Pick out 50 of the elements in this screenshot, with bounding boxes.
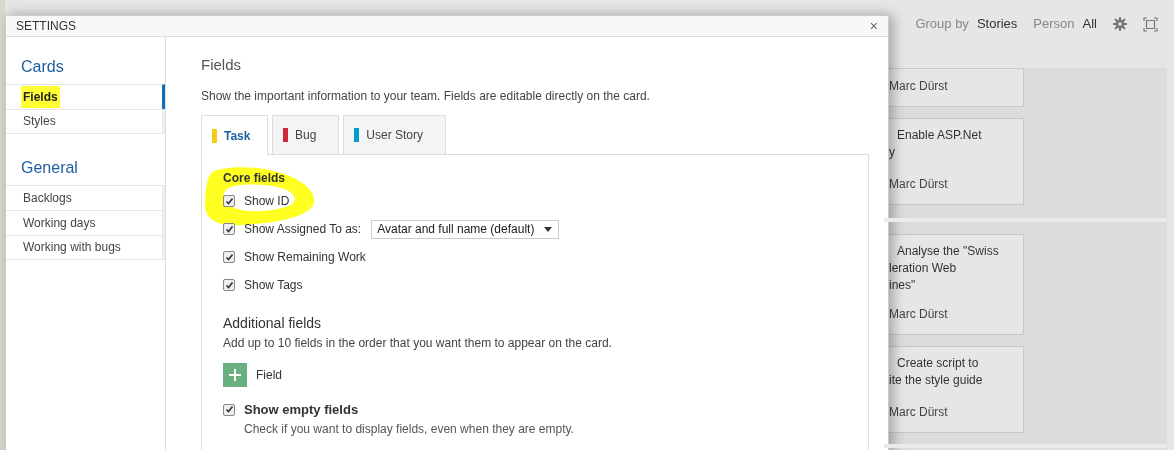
nav-item[interactable]: Working with bugs (6, 234, 165, 260)
checkbox-label[interactable]: Show Remaining Work (244, 248, 366, 266)
person-label: Person (1033, 15, 1075, 34)
checkbox[interactable] (223, 195, 235, 207)
card-title-line: Enable ASP.Net (896, 127, 983, 143)
dropdown[interactable]: Avatar and full name (default) (371, 219, 560, 239)
fullscreen-icon[interactable] (1143, 16, 1158, 32)
checkbox[interactable] (223, 223, 235, 235)
add-button[interactable] (223, 363, 247, 387)
nav-item[interactable]: Backlogs (6, 184, 165, 210)
checkbox-label[interactable]: Show ID (244, 192, 290, 210)
plus-icon (229, 369, 241, 381)
card-title-line: leration Web (889, 260, 958, 276)
person-value[interactable]: All (1082, 14, 1097, 34)
tab[interactable]: User Story (343, 115, 447, 155)
section-heading: Additional fields (223, 314, 322, 333)
checkbox-label[interactable]: Show Tags (244, 276, 303, 294)
nav-heading: General (20, 157, 79, 178)
group-by-value[interactable]: Stories (976, 14, 1018, 34)
checkbox-label[interactable]: Show empty fields (244, 400, 359, 420)
checkbox[interactable] (223, 403, 235, 416)
card-assignee: Marc Dürst (889, 78, 948, 95)
nav-item[interactable]: Styles (6, 108, 165, 134)
card-title-line: Create script to (896, 355, 980, 371)
tab[interactable]: Bug (272, 115, 340, 155)
close-button[interactable]: × (869, 18, 878, 33)
card-assignee: Marc Dürst (889, 176, 948, 193)
dialog-title: SETTINGS (16, 17, 76, 35)
nav-heading: Cards (20, 56, 65, 77)
page-description: Show the important information to your team. Fields are editable directly on the card. (201, 88, 650, 105)
card-title-line: Analyse the "Swiss (896, 243, 1000, 259)
page-title: Fields (201, 54, 241, 75)
nav-item[interactable]: Working days (6, 209, 165, 235)
settings-icon[interactable] (1113, 17, 1127, 31)
card-title-line: ite the style guide (889, 372, 984, 388)
group-by-label: Group by (915, 15, 969, 34)
nav-item[interactable]: Fields (6, 83, 165, 109)
caret-icon (544, 226, 553, 232)
checkbox[interactable] (223, 279, 235, 291)
card-assignee: Marc Dürst (889, 306, 948, 323)
add-field-label[interactable]: Field (256, 366, 282, 384)
card-title-line: ines" (889, 277, 917, 293)
card-assignee: Marc Dürst (889, 404, 948, 421)
section-heading: Core fields (223, 170, 285, 187)
checkbox-description: Check if you want to display fields, even when they are empty. (243, 420, 574, 438)
section-description: Add up to 10 fields in the order that you want them to appear on the card. (223, 335, 612, 352)
checkbox[interactable] (223, 251, 235, 263)
card-title-line: y (889, 144, 896, 160)
checkbox-label[interactable]: Show Assigned To as: (244, 220, 362, 238)
tab[interactable]: Task (201, 115, 268, 156)
